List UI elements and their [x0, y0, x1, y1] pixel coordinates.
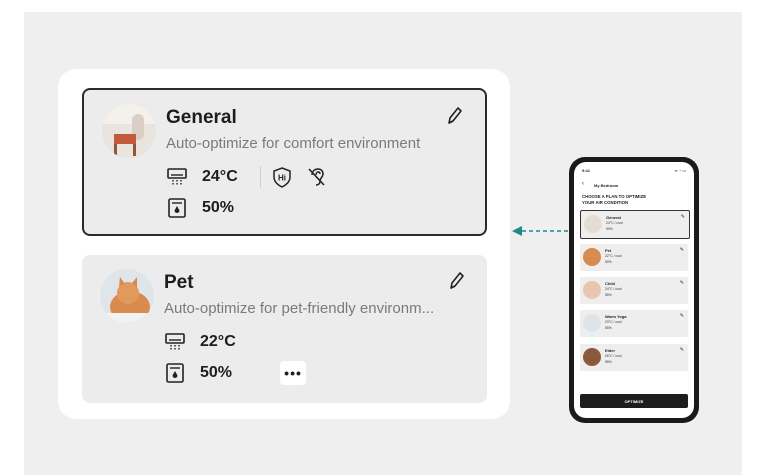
- mini-plan-card[interactable]: Warm Yoga 23°C / cool 55% ✎: [580, 310, 688, 337]
- mini-edit-pencil-icon[interactable]: ✎: [680, 347, 684, 353]
- mini-plan-title: Child: [605, 281, 615, 286]
- temperature-row: 24°C Hi: [166, 166, 339, 188]
- humidity-icon: [166, 197, 188, 219]
- air-conditioner-icon: [164, 331, 186, 353]
- back-chevron-icon[interactable]: ‹: [582, 181, 584, 187]
- mini-plan-temp: 22°C / cool: [605, 254, 622, 258]
- plan-card-general[interactable]: General Auto-optimize for comfort enviro…: [82, 88, 487, 236]
- mini-edit-pencil-icon[interactable]: ✎: [680, 280, 684, 286]
- plan-title: General: [166, 107, 237, 128]
- humidity-row: 50% •••: [164, 361, 307, 385]
- mini-plan-humidity: 55%: [605, 360, 612, 364]
- mini-edit-pencil-icon[interactable]: ✎: [681, 214, 685, 220]
- screen-header: My Bedroom: [594, 183, 619, 188]
- mini-plan-title: Elder: [605, 348, 616, 353]
- temperature-row: 22°C: [164, 331, 236, 353]
- mini-avatar: [583, 248, 601, 266]
- mini-plan-title: Warm Yoga: [605, 314, 627, 319]
- status-time: 9:41: [582, 168, 591, 173]
- divider: [259, 166, 261, 188]
- mini-plan-card[interactable]: Elder 26°C / cool 55% ✎: [580, 344, 688, 371]
- mini-avatar: [584, 215, 602, 233]
- mini-plan-humidity: 50%: [605, 260, 612, 264]
- edit-pencil-icon[interactable]: [447, 271, 465, 291]
- optimize-button[interactable]: OPTIMIZE: [580, 394, 688, 408]
- phone-mockup: 9:41 ▪▪ ◔ ▭ ‹ My Bedroom CHOOSE A PLAN T…: [569, 157, 699, 423]
- mini-plan-title: General: [606, 215, 621, 220]
- mini-avatar: [583, 314, 601, 332]
- hearing-off-icon: [305, 166, 327, 188]
- pet-avatar: [100, 269, 154, 323]
- plan-title: Pet: [164, 272, 194, 293]
- air-conditioner-icon: [166, 166, 188, 188]
- status-icons: ▪▪ ◔ ▭: [674, 168, 686, 173]
- mini-plan-temp: 26°C / cool: [605, 354, 622, 358]
- mini-plan-card[interactable]: General 24°C / cool 50% ✎: [580, 210, 690, 239]
- mini-plan-temp: 23°C / cool: [605, 320, 622, 324]
- mini-plan-card[interactable]: Pet 22°C / cool 50% ✎: [580, 244, 688, 271]
- mini-plan-temp: 24°C / cool: [606, 221, 623, 225]
- mini-plan-humidity: 50%: [606, 227, 613, 231]
- svg-text:Hi: Hi: [278, 174, 286, 183]
- edit-pencil-icon[interactable]: [445, 106, 463, 126]
- humidity-value: 50%: [200, 364, 233, 381]
- hi-shield-icon: Hi: [271, 166, 293, 188]
- mini-edit-pencil-icon[interactable]: ✎: [680, 247, 684, 253]
- plan-description: Auto-optimize for comfort environment: [166, 135, 421, 152]
- plan-description: Auto-optimize for pet-friendly environm.…: [164, 300, 435, 317]
- mini-plan-humidity: 55%: [605, 326, 612, 330]
- mini-avatar: [583, 348, 601, 366]
- screen-heading-2: YOUR AIR CONDITION: [582, 200, 629, 205]
- temperature-value: 24°C: [202, 168, 238, 185]
- humidity-row: 50%: [166, 197, 234, 219]
- phone-screen: 9:41 ▪▪ ◔ ▭ ‹ My Bedroom CHOOSE A PLAN T…: [574, 162, 694, 418]
- mini-plan-card[interactable]: Child 24°C / cool 55% ✎: [580, 277, 688, 304]
- temperature-value: 22°C: [200, 333, 236, 350]
- screen-heading-1: CHOOSE A PLAN TO OPTIMIZE: [582, 194, 647, 199]
- mini-avatar: [583, 281, 601, 299]
- mini-plan-humidity: 55%: [605, 293, 612, 297]
- humidity-value: 50%: [202, 199, 235, 216]
- more-options-button[interactable]: •••: [280, 361, 307, 385]
- general-avatar: [102, 104, 156, 158]
- humidity-icon: [164, 362, 186, 384]
- mini-plan-temp: 24°C / cool: [605, 287, 622, 291]
- plan-card-pet[interactable]: Pet Auto-optimize for pet-friendly envir…: [82, 255, 487, 403]
- mini-plan-title: Pet: [605, 248, 612, 253]
- mini-edit-pencil-icon[interactable]: ✎: [680, 313, 684, 319]
